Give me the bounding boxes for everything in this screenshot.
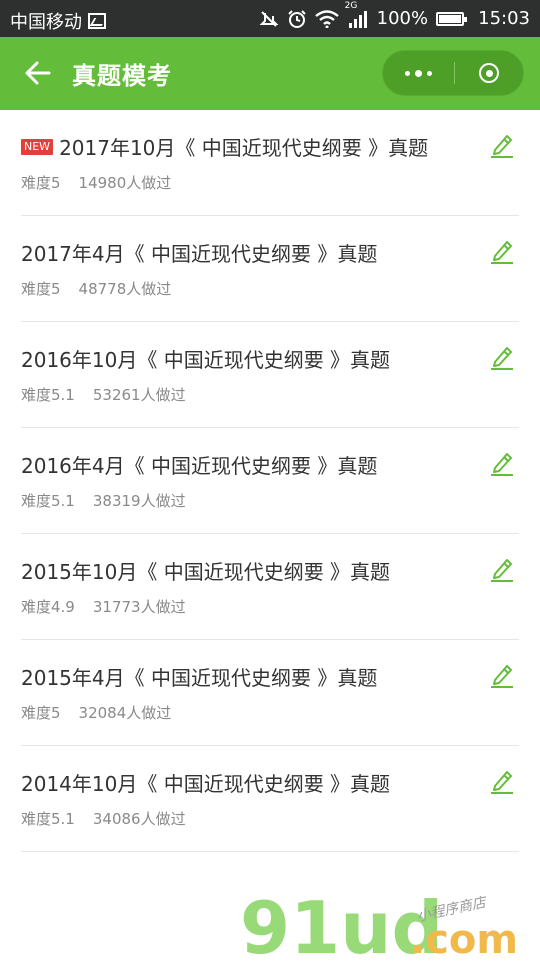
exam-title: 2014年10月《 中国近现代史纲要 》真题 [21,772,391,796]
taken-count: 53261人做过 [92,386,186,404]
alarm-icon [287,9,307,29]
pencil-icon [491,559,513,582]
difficulty-label: 难度5 [21,174,61,192]
target-icon [479,63,499,83]
exam-title-row: NEW 2017年10月《 中国近现代史纲要 》真题 [21,132,428,161]
taken-count: 32084人做过 [78,704,172,722]
exam-title: 2015年10月《 中国近现代史纲要 》真题 [21,560,391,584]
difficulty-label: 难度5.1 [21,386,75,404]
start-exam-button[interactable] [487,130,517,160]
exam-title-row: 2015年4月《 中国近现代史纲要 》真题 [21,662,377,691]
carrier-label: 中国移动 [10,12,82,33]
pencil-icon [491,241,513,264]
more-button[interactable] [383,51,453,95]
start-exam-button[interactable] [487,766,517,796]
pencil-icon [491,347,513,370]
pencil-icon [491,665,513,688]
difficulty-label: 难度5.1 [21,492,75,510]
exam-list-item[interactable]: 2015年4月《 中国近现代史纲要 》真题 难度5 32084人做过 [21,640,519,746]
mute-icon [259,9,279,29]
exam-list: NEW 2017年10月《 中国近现代史纲要 》真题 难度5 14980人做过 2… [0,110,540,852]
taken-count: 34086人做过 [92,810,186,828]
difficulty-label: 难度4.9 [21,598,75,616]
exam-title: 2017年4月《 中国近现代史纲要 》真题 [21,242,378,266]
exam-meta: 难度5 32084人做过 [21,702,171,723]
exam-meta: 难度5 48778人做过 [21,278,171,299]
exam-list-item[interactable]: NEW 2017年10月《 中国近现代史纲要 》真题 难度5 14980人做过 [21,110,519,216]
new-badge: NEW [21,138,54,155]
exam-list-item[interactable]: 2015年10月《 中国近现代史纲要 》真题 难度4.9 31773人做过 [21,534,519,640]
close-button[interactable] [455,51,523,95]
exam-list-item[interactable]: 2016年4月《 中国近现代史纲要 》真题 难度5.1 38319人做过 [21,428,519,534]
difficulty-label: 难度5 [21,704,61,722]
exam-meta: 难度5.1 34086人做过 [21,808,186,829]
exam-title-row: 2014年10月《 中国近现代史纲要 》真题 [21,768,390,797]
start-exam-button[interactable] [487,236,517,266]
exam-list-item[interactable]: 2017年4月《 中国近现代史纲要 》真题 难度5 48778人做过 [21,216,519,322]
exam-meta: 难度5.1 38319人做过 [21,490,186,511]
app-header: 真题模考 [0,37,540,110]
wifi-icon [314,9,339,28]
exam-title-row: 2016年4月《 中国近现代史纲要 》真题 [21,450,377,479]
pencil-icon [491,453,513,476]
exam-title: 2017年10月《 中国近现代史纲要 》真题 [59,136,429,160]
difficulty-label: 难度5.1 [21,810,75,828]
exam-title-row: 2016年10月《 中国近现代史纲要 》真题 [21,344,390,373]
back-button[interactable] [20,55,56,91]
more-dots-icon [404,69,432,77]
start-exam-button[interactable] [487,342,517,372]
signal-icon: 2G [345,1,369,29]
exam-title: 2015年4月《 中国近现代史纲要 》真题 [21,666,378,690]
taken-count: 31773人做过 [92,598,186,616]
battery-icon [436,11,468,26]
taken-count: 38319人做过 [92,492,186,510]
miniprogram-capsule [382,50,524,96]
watermark-logo: 91ud .com 小程序商店 [240,885,540,964]
arrow-left-icon [25,61,51,85]
exam-title-row: 2017年4月《 中国近现代史纲要 》真题 [21,238,377,267]
network-type-label: 2G [344,0,358,11]
battery-percent: 100% [376,8,429,29]
clock: 15:03 [478,8,530,29]
exam-title: 2016年10月《 中国近现代史纲要 》真题 [21,348,391,372]
exam-meta: 难度4.9 31773人做过 [21,596,186,617]
exam-title: 2016年4月《 中国近现代史纲要 》真题 [21,454,378,478]
exam-list-item[interactable]: 2014年10月《 中国近现代史纲要 》真题 难度5.1 34086人做过 [21,746,519,852]
start-exam-button[interactable] [487,554,517,584]
difficulty-label: 难度5 [21,280,61,298]
start-exam-button[interactable] [487,448,517,478]
pencil-icon [491,771,513,794]
taken-count: 14980人做过 [78,174,172,192]
exam-list-item[interactable]: 2016年10月《 中国近现代史纲要 》真题 难度5.1 53261人做过 [21,322,519,428]
taken-count: 48778人做过 [78,280,172,298]
exam-title-row: 2015年10月《 中国近现代史纲要 》真题 [21,556,390,585]
pencil-icon [491,135,513,158]
exam-meta: 难度5 14980人做过 [21,172,171,193]
status-bar: 中国移动 2G 100% 15:03 [0,0,540,37]
watermark-domain: .com [410,917,518,960]
page-title: 真题模考 [72,62,172,90]
exam-meta: 难度5.1 53261人做过 [21,384,186,405]
start-exam-button[interactable] [487,660,517,690]
gallery-icon [88,13,106,29]
